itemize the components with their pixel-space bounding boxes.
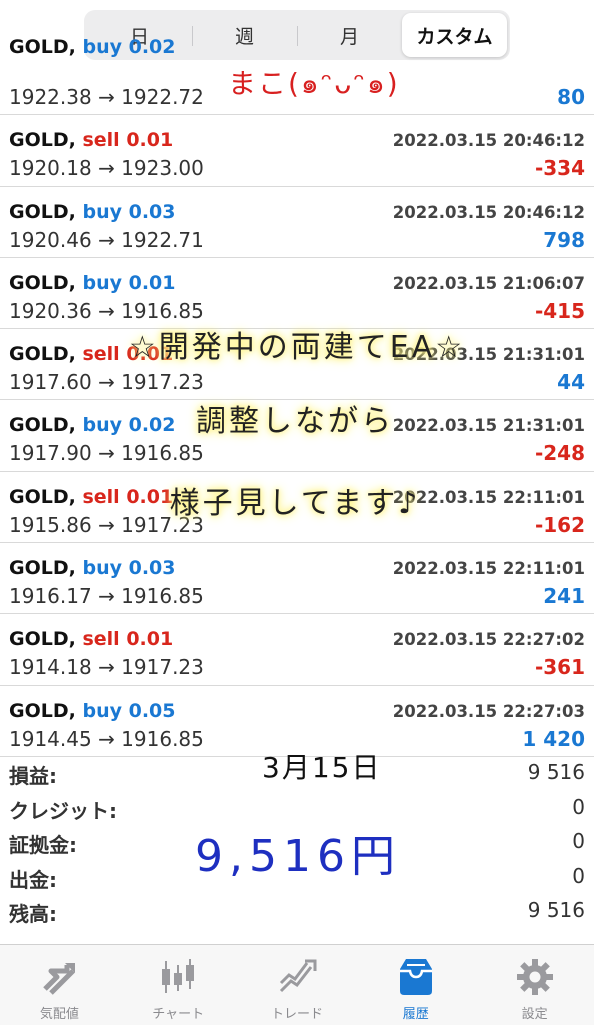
- trade-symbol: GOLD,: [9, 36, 76, 58]
- trade-icon: [279, 959, 317, 993]
- tab-quotes[interactable]: 気配値: [0, 945, 119, 1025]
- tab-trade-label: トレード: [270, 1007, 323, 1022]
- handwritten-signature-note: まこ(๑ᵔᴗᵔ๑): [228, 67, 400, 100]
- trade-profit: 241: [543, 584, 585, 609]
- trade-symbol: GOLD,: [9, 628, 76, 651]
- summary-row-balance: 残高: 9 516: [0, 894, 594, 929]
- trade-side-label: buy: [82, 36, 122, 58]
- trade-prices: 1914.18 → 1917.23: [9, 655, 204, 680]
- tab-history[interactable]: 履歴: [356, 945, 475, 1025]
- settings-icon: [516, 959, 553, 995]
- trade-lots: 0.01: [128, 271, 176, 294]
- trade-lots: 0.01: [126, 129, 174, 152]
- deposit-value: 0: [572, 829, 585, 853]
- handwritten-yen-total: 9,516円: [195, 831, 401, 882]
- trade-profit: -334: [534, 156, 585, 181]
- trade-profit: 80: [557, 85, 585, 109]
- trade-side-label: buy: [82, 200, 122, 223]
- trade-prices: 1920.18 → 1923.00: [9, 156, 204, 181]
- overlay-caption-line1: ☆開発中の両建てEA☆: [128, 330, 466, 365]
- trade-profit: 798: [543, 227, 585, 252]
- credit-label: クレジット:: [9, 798, 117, 823]
- handwritten-date-note: 3月15日: [262, 751, 382, 784]
- trade-side: sell 0.01: [82, 628, 173, 650]
- trade-prices: 1916.17 → 1916.85: [9, 584, 204, 609]
- trade-symbol-side: GOLD, buy 0.03: [9, 557, 176, 579]
- chart-icon: [162, 959, 195, 993]
- trade-symbol: GOLD,: [9, 129, 76, 152]
- trade-prices: 1914.45 → 1916.85: [9, 726, 204, 751]
- withdrawal-label: 出金:: [9, 867, 57, 892]
- trade-time: 2022.03.15 21:06:07: [392, 273, 585, 293]
- trade-side-label: buy: [82, 557, 122, 580]
- tab-chart[interactable]: チャート: [119, 945, 238, 1025]
- trade-lots: 0.01: [126, 628, 174, 651]
- trade-profit: -415: [534, 298, 585, 323]
- deposit-label: 証拠金:: [9, 833, 77, 857]
- trade-row[interactable]: GOLD, buy 0.03 2022.03.15 20:46:12 1920.46…: [0, 187, 594, 258]
- trade-symbol-side: GOLD, sell 0.01: [9, 129, 173, 151]
- trade-row[interactable]: GOLD, buy 0.03 2022.03.15 22:11:01 1916.17…: [0, 543, 594, 615]
- withdrawal-value: 0: [572, 863, 585, 888]
- trade-side: buy 0.01: [82, 272, 175, 294]
- tab-history-label: 履歴: [402, 1007, 429, 1022]
- trade-symbol-side: GOLD, sell 0.01: [9, 628, 173, 650]
- trade-lots: 0.05: [128, 699, 176, 722]
- trade-lots: 0.03: [128, 557, 176, 580]
- trade-side-label: buy: [82, 271, 122, 294]
- trade-prices: 1920.46 → 1922.71: [9, 227, 204, 252]
- trade-symbol: GOLD,: [9, 557, 76, 580]
- trade-profit: 1 420: [522, 726, 585, 751]
- trade-time: 2022.03.15 22:27:02: [392, 630, 585, 650]
- trade-lots: 0.03: [128, 200, 176, 223]
- profit-label: 損益:: [9, 764, 57, 788]
- quotes-icon: [43, 963, 76, 995]
- trade-lots: 0.02: [128, 36, 176, 58]
- history-icon: [399, 959, 432, 995]
- trade-time: 2022.03.15 20:46:12: [392, 202, 585, 222]
- credit-value: 0: [572, 794, 585, 819]
- trade-profit: 44: [557, 370, 585, 395]
- balance-value: 9 516: [527, 898, 585, 922]
- trade-time: 2022.03.15 22:11:01: [392, 559, 585, 579]
- trade-side: buy 0.03: [82, 557, 175, 579]
- trade-row[interactable]: GOLD, sell 0.01 2022.03.15 22:27:02 1914.1…: [0, 614, 594, 686]
- trade-prices: 1917.90 → 1916.85: [9, 441, 204, 466]
- trade-side-label: sell: [82, 628, 120, 651]
- trade-side: buy 0.02: [82, 36, 175, 58]
- trade-prices: 1917.60 → 1917.23: [9, 370, 204, 395]
- trade-symbol: GOLD,: [9, 699, 76, 722]
- tab-chart-label: チャート: [152, 1007, 205, 1022]
- profit-value: 9 516: [527, 760, 585, 784]
- tab-settings-label: 設定: [521, 1007, 548, 1022]
- trade-time: 2022.03.15 22:27:03: [392, 701, 585, 721]
- trade-symbol: GOLD,: [9, 200, 76, 223]
- trade-side: buy 0.03: [82, 201, 175, 223]
- trade-time: 2022.03.15 20:46:12: [392, 131, 585, 151]
- trade-symbol-side: GOLD, buy 0.01: [9, 272, 176, 294]
- trade-profit: -248: [534, 441, 585, 466]
- trade-profit: -361: [534, 655, 585, 680]
- trade-symbol-side: GOLD, buy 0.03: [9, 201, 176, 223]
- trade-side-label: buy: [82, 699, 122, 722]
- trade-side-label: sell: [82, 129, 120, 152]
- overlay-caption-line3: 様子見してます♪: [169, 486, 421, 521]
- trade-prices: 1920.36 → 1916.85: [9, 298, 204, 323]
- tab-settings[interactable]: 設定: [475, 945, 594, 1025]
- overlay-caption-line2: 調整しながら: [196, 404, 394, 439]
- bottom-tab-bar: 気配値 チャート トレード 履歴 設定: [0, 944, 594, 1025]
- trade-row[interactable]: GOLD, buy 0.01 2022.03.15 21:06:07 1920.36…: [0, 258, 594, 330]
- balance-label: 残高:: [9, 902, 57, 926]
- trade-prices: 1922.38 → 1922.72: [9, 85, 204, 109]
- trade-symbol-side: GOLD, buy 0.02: [9, 36, 176, 58]
- trade-symbol-side: GOLD, buy 0.05: [9, 700, 176, 722]
- trade-symbol: GOLD,: [9, 271, 76, 294]
- trade-side: buy 0.05: [82, 700, 175, 722]
- trade-row[interactable]: GOLD, sell 0.01 2022.03.15 20:46:12 1920.1…: [0, 115, 594, 187]
- trade-side: sell 0.01: [82, 129, 173, 151]
- tab-quotes-label: 気配値: [39, 1007, 79, 1022]
- tab-trade[interactable]: トレード: [238, 945, 357, 1025]
